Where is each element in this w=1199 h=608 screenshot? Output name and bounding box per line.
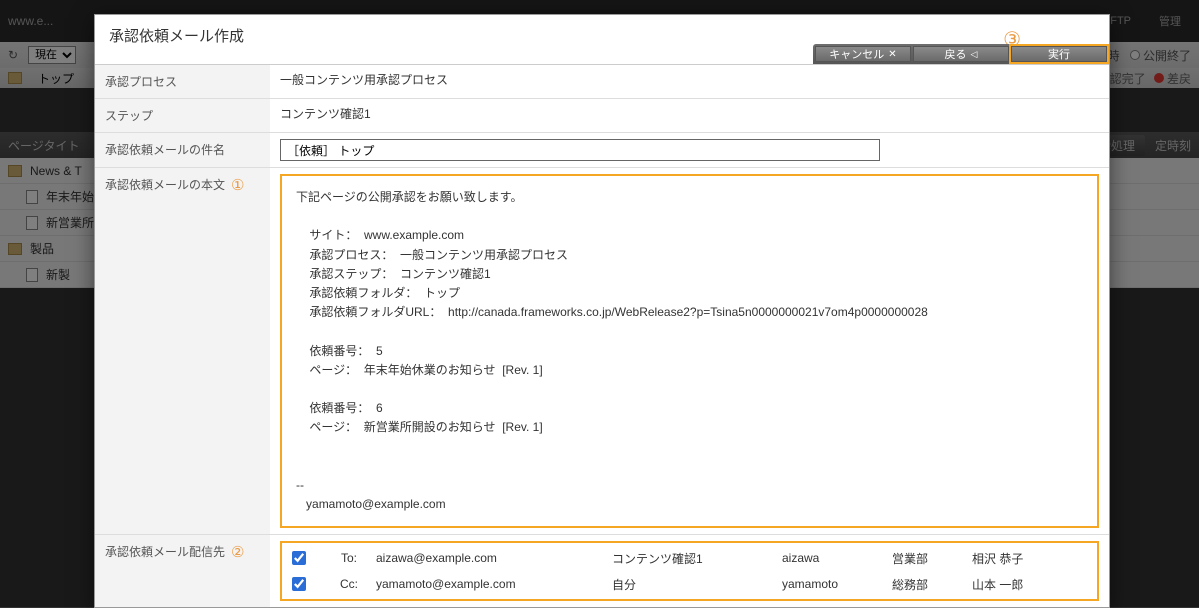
body-label: 承認依頼メールの本文 ① xyxy=(95,168,270,534)
process-row: 承認プロセス 一般コンテンツ用承認プロセス xyxy=(95,64,1109,98)
back-icon: ◁ xyxy=(971,49,978,60)
dist-check[interactable] xyxy=(292,551,306,565)
step-marker-1: ① xyxy=(231,176,244,194)
step-label: ステップ xyxy=(95,99,270,132)
distribution-row: 承認依頼メール配信先 ② To: aizawa@example.com コンテン… xyxy=(95,534,1109,607)
approval-mail-modal: 承認依頼メール作成 ③ キャンセル ✕ 戻る ◁ 実行 承認プロセス 一般コンテ… xyxy=(94,14,1110,608)
execute-button[interactable]: 実行 xyxy=(1011,46,1107,62)
modal-title: 承認依頼メール作成 xyxy=(109,25,1095,46)
dist-check[interactable] xyxy=(292,577,306,591)
modal-titlebar: 承認依頼メール作成 ③ キャンセル ✕ 戻る ◁ 実行 xyxy=(95,15,1109,64)
distribution-table: To: aizawa@example.com コンテンツ確認1 aizawa 営… xyxy=(280,541,1099,601)
cancel-button[interactable]: キャンセル ✕ xyxy=(815,46,911,62)
back-button[interactable]: 戻る ◁ xyxy=(913,46,1009,62)
dist-email: yamamoto@example.com xyxy=(362,577,612,591)
step-marker-2: ② xyxy=(231,543,244,561)
distribution-row-item: Cc: yamamoto@example.com 自分 yamamoto 総務部… xyxy=(286,571,1093,597)
dist-name: 山本 一郎 xyxy=(972,576,1093,593)
distribution-row-item: To: aizawa@example.com コンテンツ確認1 aizawa 営… xyxy=(286,545,1093,571)
process-label: 承認プロセス xyxy=(95,65,270,98)
close-icon: ✕ xyxy=(888,49,896,60)
distribution-label: 承認依頼メール配信先 ② xyxy=(95,535,270,607)
dist-dept: 総務部 xyxy=(892,576,972,593)
subject-row: 承認依頼メールの件名 xyxy=(95,132,1109,167)
process-value: 一般コンテンツ用承認プロセス xyxy=(270,65,1109,98)
dist-dept: 営業部 xyxy=(892,550,972,567)
dist-tocc: Cc: xyxy=(312,577,362,591)
modal-body: 承認プロセス 一般コンテンツ用承認プロセス ステップ コンテンツ確認1 承認依頼… xyxy=(95,64,1109,607)
step-row: ステップ コンテンツ確認1 xyxy=(95,98,1109,132)
subject-label: 承認依頼メールの件名 xyxy=(95,133,270,167)
dist-step: コンテンツ確認1 xyxy=(612,550,782,567)
body-row: 承認依頼メールの本文 ① 下記ページの公開承認をお願い致します。 サイト： ww… xyxy=(95,167,1109,534)
dist-email: aizawa@example.com xyxy=(362,551,612,565)
step-value: コンテンツ確認1 xyxy=(270,99,1109,132)
body-textarea[interactable]: 下記ページの公開承認をお願い致します。 サイト： www.example.com… xyxy=(280,174,1099,528)
dist-step: 自分 xyxy=(612,576,782,593)
dist-tocc: To: xyxy=(312,551,362,565)
modal-action-bar: キャンセル ✕ 戻る ◁ 実行 xyxy=(813,44,1109,64)
dist-user: aizawa xyxy=(782,551,892,565)
dist-name: 相沢 恭子 xyxy=(972,550,1093,567)
subject-input[interactable] xyxy=(280,139,880,161)
dist-user: yamamoto xyxy=(782,577,892,591)
